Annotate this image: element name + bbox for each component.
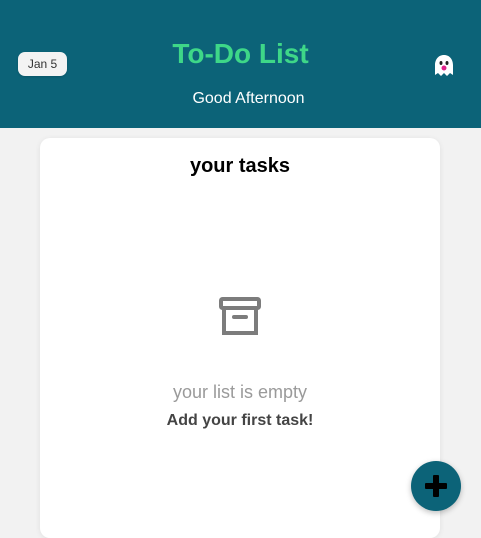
- greeting-text: Good Afternoon: [192, 90, 305, 107]
- app-header: Jan 5 To-Do List Good Afternoon: [0, 0, 481, 128]
- archive-icon: [219, 297, 261, 337]
- app-title: To-Do List: [172, 38, 309, 69]
- empty-list-message: your list is empty: [172, 382, 308, 402]
- plus-icon: [425, 475, 447, 497]
- add-first-task-text: Add your first task!: [166, 412, 314, 429]
- add-task-button[interactable]: [411, 461, 461, 511]
- ghost-icon[interactable]: [430, 52, 458, 80]
- tasks-title: your tasks: [189, 155, 291, 177]
- tasks-card: your tasks your list is empty Add your f…: [40, 138, 440, 538]
